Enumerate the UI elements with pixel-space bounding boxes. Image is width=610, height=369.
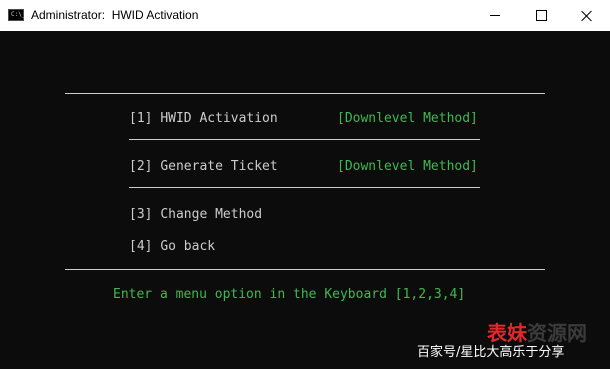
watermark-brand: 表妹资源网 bbox=[487, 322, 587, 344]
menu-item-1-label: HWID Activation bbox=[160, 111, 278, 126]
separator-bottom bbox=[65, 269, 545, 270]
separator-2 bbox=[129, 187, 480, 188]
console-icon[interactable]: C:\_ bbox=[8, 9, 26, 21]
menu-item-2-method: [Downlevel Method] bbox=[337, 159, 478, 174]
separator-top bbox=[65, 93, 545, 94]
maximize-button[interactable] bbox=[518, 0, 564, 31]
close-icon bbox=[581, 10, 593, 22]
title-bar[interactable]: C:\_ Administrator: HWID Activation bbox=[0, 0, 610, 31]
close-button[interactable] bbox=[564, 0, 610, 31]
menu-item-3-key: [3] bbox=[129, 207, 153, 222]
window-title: Administrator: HWID Activation bbox=[31, 8, 199, 22]
menu-prompt: Enter a menu option in the Keyboard [1,2… bbox=[113, 287, 466, 302]
menu-item-1: [1] HWID Activation bbox=[129, 111, 278, 127]
menu-item-2: [2] Generate Ticket bbox=[129, 159, 278, 175]
watermark-brand-red: 表妹 bbox=[487, 321, 527, 345]
menu-item-2-label: Generate Ticket bbox=[160, 159, 278, 174]
menu-item-4: [4] Go back bbox=[129, 239, 215, 255]
console-output[interactable]: [1] HWID Activation [Downlevel Method] [… bbox=[0, 31, 610, 369]
separator-1 bbox=[129, 139, 480, 140]
console-icon-text: C:\_ bbox=[11, 11, 26, 18]
minimize-button[interactable] bbox=[472, 0, 518, 31]
menu-item-4-label: Go back bbox=[160, 239, 216, 254]
maximize-icon bbox=[535, 10, 547, 21]
watermark-caption: 百家号/星比大高乐于分享 bbox=[417, 345, 565, 360]
menu-item-1-key: [1] bbox=[129, 111, 153, 126]
console-window: C:\_ Administrator: HWID Activation [1] … bbox=[0, 0, 610, 369]
menu-item-4-key: [4] bbox=[129, 239, 153, 254]
watermark-brand-dark: 资源网 bbox=[527, 321, 587, 345]
minimize-icon bbox=[490, 15, 500, 16]
menu-item-3-label: Change Method bbox=[160, 207, 263, 222]
menu-item-1-method: [Downlevel Method] bbox=[337, 111, 478, 126]
menu-item-2-key: [2] bbox=[129, 159, 153, 174]
menu-item-3: [3] Change Method bbox=[129, 207, 262, 223]
